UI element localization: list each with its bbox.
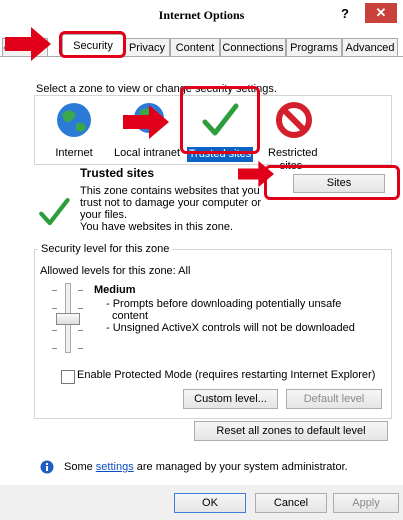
admin-notice: Some settings are managed by your system…: [64, 461, 348, 473]
tab-advanced[interactable]: Advanced: [342, 38, 398, 57]
tab-connections[interactable]: Connections: [220, 38, 286, 57]
slider-tick: [78, 330, 83, 331]
checkmark-icon: [39, 197, 70, 226]
apply-button[interactable]: Apply: [333, 493, 399, 513]
zone-instruction: Select a zone to view or change security…: [36, 83, 277, 95]
close-button[interactable]: ✕: [365, 3, 397, 23]
zone-info-description: This zone contains websites that you tru…: [80, 185, 261, 233]
security-slider-thumb[interactable]: [56, 313, 80, 325]
allowed-levels-label: Allowed levels for this zone: All: [40, 265, 191, 277]
slider-tick: [52, 290, 57, 291]
info-icon: [40, 460, 54, 474]
help-button[interactable]: ?: [333, 4, 357, 24]
slider-tick: [78, 348, 83, 349]
security-level-legend: Security level for this zone: [38, 243, 173, 255]
prohibited-icon: [276, 102, 312, 138]
default-level-button[interactable]: Default level: [286, 389, 382, 409]
zone-info-line: You have websites in this zone.: [80, 221, 234, 233]
level-bullet: - Prompts before downloading potentially…: [106, 298, 342, 310]
slider-tick: [52, 330, 57, 331]
zone-label: Local intranet: [113, 147, 181, 159]
tab-divider: [0, 56, 403, 57]
slider-tick: [78, 308, 83, 309]
zone-info-line: This zone contains websites that you: [80, 185, 260, 197]
zone-info-line: your files.: [80, 209, 128, 221]
reset-all-zones-button[interactable]: Reset all zones to default level: [194, 421, 388, 441]
slider-tick: [52, 308, 57, 309]
tab-content[interactable]: Content: [170, 38, 220, 57]
arrow-icon: [5, 27, 51, 61]
zone-info-line: trust not to damage your computer or: [80, 197, 261, 209]
zone-info-title: Trusted sites: [80, 166, 155, 180]
level-bullet: - Unsigned ActiveX controls will not be …: [106, 322, 355, 334]
tab-privacy[interactable]: Privacy: [124, 38, 170, 57]
arrow-icon: [123, 105, 169, 139]
settings-link[interactable]: settings: [96, 461, 134, 473]
tab-programs[interactable]: Programs: [286, 38, 342, 57]
custom-level-button[interactable]: Custom level...: [183, 389, 278, 409]
sites-button[interactable]: Sites: [293, 174, 385, 193]
protected-mode-checkbox[interactable]: [61, 370, 75, 384]
zone-trusted-sites[interactable]: Trusted sites: [184, 100, 256, 162]
cancel-button[interactable]: Cancel: [255, 493, 327, 513]
slider-tick: [78, 290, 83, 291]
security-level-description: - Prompts before downloading potentially…: [106, 298, 355, 334]
globe-icon: [57, 103, 91, 137]
tab-security[interactable]: Security: [62, 34, 124, 57]
arrow-icon: [238, 160, 274, 188]
slider-tick: [52, 348, 57, 349]
zone-label: Restricted sites: [268, 147, 318, 172]
zone-internet[interactable]: Internet: [40, 100, 108, 160]
level-bullet: content: [112, 310, 149, 322]
admin-notice-text: are managed by your system administrator…: [133, 461, 348, 473]
admin-notice-text: Some: [64, 461, 96, 473]
zone-label: Internet: [55, 147, 93, 159]
ok-button[interactable]: OK: [174, 493, 246, 513]
security-level-name: Medium: [94, 284, 136, 296]
checkmark-icon: [202, 103, 239, 136]
protected-mode-label[interactable]: Enable Protected Mode (requires restarti…: [77, 369, 375, 381]
